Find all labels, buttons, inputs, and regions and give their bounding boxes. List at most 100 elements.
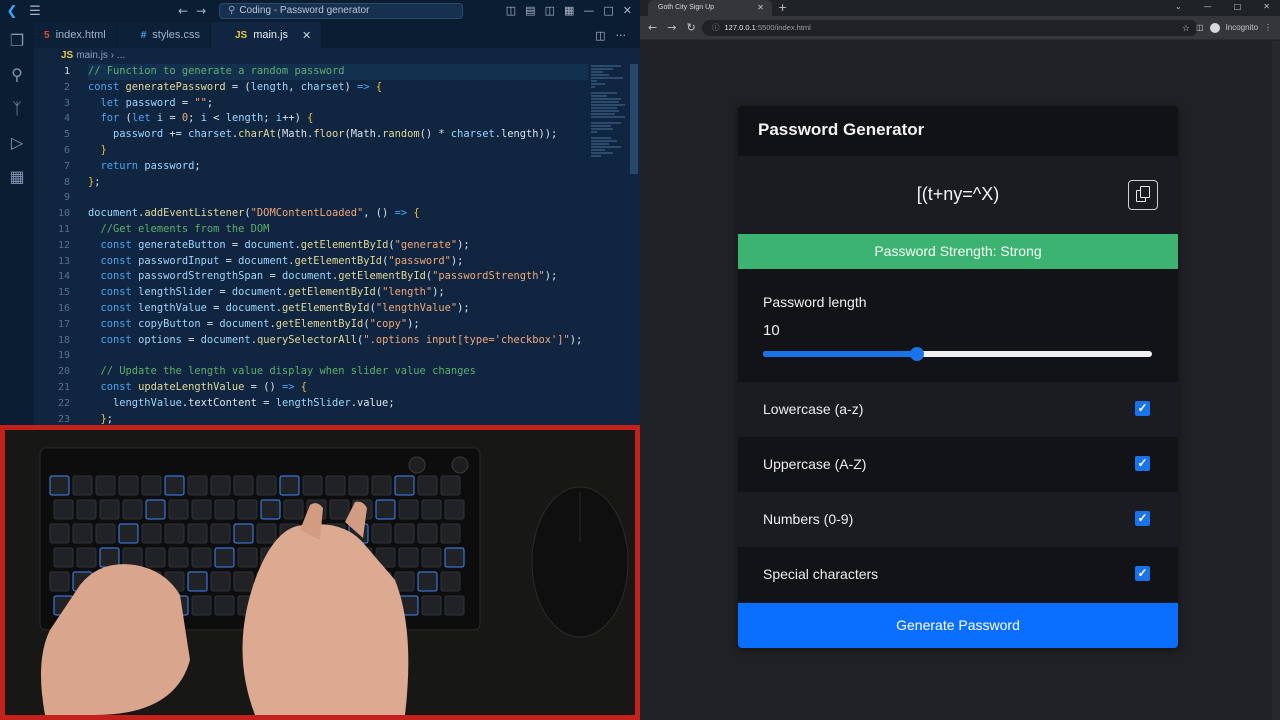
line-number: 22 bbox=[57, 397, 70, 409]
breadcrumb-more[interactable]: ... bbox=[117, 50, 125, 61]
code-line: password += charset.charAt(Math.floor(Ma… bbox=[113, 128, 558, 141]
lowercase-checkbox[interactable]: ✓ bbox=[1135, 401, 1150, 416]
maximize-icon[interactable]: □ bbox=[603, 2, 613, 20]
tab-search-icon[interactable]: ⌄ bbox=[1175, 0, 1182, 14]
minimap-line bbox=[591, 74, 609, 76]
password-output[interactable]: [(t+ny=^X) bbox=[738, 184, 1178, 205]
close-tab-icon[interactable]: ✕ bbox=[302, 29, 311, 42]
minimap-line bbox=[591, 110, 619, 112]
minimap-line bbox=[591, 107, 617, 109]
minimap-line bbox=[591, 83, 605, 85]
line-number: 14 bbox=[57, 271, 70, 283]
generate-button[interactable]: Generate Password bbox=[738, 603, 1178, 648]
keyboard-key bbox=[95, 523, 116, 544]
toggle-sidebar-icon[interactable]: ◫ bbox=[506, 2, 516, 20]
keyboard-key bbox=[417, 571, 438, 592]
keyboard-key bbox=[187, 523, 208, 544]
special-checkbox[interactable]: ✓ bbox=[1135, 566, 1150, 581]
editor-tabs: 5 index.html # styles.css JS main.js ✕ ◫ ··· bbox=[34, 22, 640, 48]
keyboard-key bbox=[76, 499, 97, 520]
bookmark-star-icon[interactable]: ☆ bbox=[1182, 20, 1190, 36]
page-scrollbar[interactable] bbox=[1272, 41, 1280, 720]
code-editor[interactable]: // Function to generate a random passwor… bbox=[88, 64, 588, 426]
minimap[interactable] bbox=[591, 64, 627, 426]
forward-arrow-icon[interactable]: → bbox=[667, 20, 676, 36]
keyboard-key bbox=[444, 547, 465, 568]
keyboard-key bbox=[210, 571, 231, 592]
more-actions-icon[interactable]: ··· bbox=[616, 29, 627, 42]
forward-arrow-icon[interactable]: → bbox=[196, 4, 214, 18]
maximize-icon[interactable]: □ bbox=[1234, 0, 1242, 14]
close-icon[interactable]: ✕ bbox=[1263, 0, 1270, 14]
keyboard-key bbox=[164, 475, 185, 496]
keyboard-key bbox=[187, 571, 208, 592]
search-icon[interactable]: ⚲ bbox=[6, 64, 28, 86]
split-editor-icon[interactable]: ◫ bbox=[595, 29, 605, 42]
minimap-line bbox=[591, 131, 597, 133]
tab-styles-css[interactable]: # styles.css bbox=[116, 22, 211, 48]
menu-icon[interactable]: ☰ bbox=[24, 0, 46, 22]
layout-icon[interactable]: ▦ bbox=[564, 2, 574, 20]
source-control-icon[interactable]: ᛉ bbox=[6, 98, 28, 120]
line-number: 12 bbox=[57, 239, 70, 251]
minimize-icon[interactable]: — bbox=[1204, 0, 1212, 14]
incognito-icon bbox=[1209, 23, 1220, 33]
js-file-icon: JS bbox=[234, 29, 248, 41]
code-line: let password = ""; bbox=[100, 96, 214, 109]
keyboard-key bbox=[164, 523, 185, 544]
length-value: 10 bbox=[763, 322, 780, 339]
side-panel-icon[interactable]: ◫ bbox=[1196, 20, 1204, 36]
keyboard-key bbox=[168, 547, 189, 568]
incognito-label[interactable]: Incognito bbox=[1226, 20, 1258, 36]
explorer-icon[interactable]: ❐ bbox=[6, 30, 28, 52]
toggle-secondary-icon[interactable]: ◫ bbox=[545, 2, 555, 20]
code-line: return password; bbox=[100, 159, 201, 172]
keyboard-key bbox=[440, 475, 461, 496]
browser-menu-icon[interactable]: ⋮ bbox=[1264, 20, 1272, 36]
keyboard-key bbox=[72, 523, 93, 544]
keyboard-key bbox=[141, 523, 162, 544]
length-slider[interactable] bbox=[763, 347, 1152, 361]
line-number: 9 bbox=[63, 192, 70, 204]
uppercase-checkbox[interactable]: ✓ bbox=[1135, 456, 1150, 471]
tab-index-html[interactable]: 5 index.html bbox=[34, 22, 117, 48]
new-tab-icon[interactable]: + bbox=[778, 0, 787, 16]
minimize-icon[interactable]: — bbox=[583, 2, 594, 20]
tab-main-js[interactable]: JS main.js ✕ bbox=[210, 22, 323, 48]
line-number: 10 bbox=[57, 208, 70, 220]
browser-window-controls: ⌄ — □ ✕ bbox=[1175, 0, 1270, 14]
password-generator-card: Password Generator [(t+ny=^X) Password S… bbox=[738, 106, 1178, 648]
command-center-search[interactable]: ⚲ Coding - Password generator bbox=[219, 3, 463, 19]
card-header: Password Generator bbox=[738, 106, 1178, 156]
keyboard-key bbox=[99, 499, 120, 520]
toggle-panel-icon[interactable]: ▤ bbox=[525, 2, 535, 20]
minimap-line bbox=[591, 68, 613, 70]
address-bar[interactable]: ⓘ 127.0.0.1:5500/index.html ☆ bbox=[702, 20, 1198, 36]
keyboard-key bbox=[187, 475, 208, 496]
site-info-icon[interactable]: ⓘ bbox=[712, 23, 720, 32]
back-arrow-icon[interactable]: ← bbox=[648, 20, 657, 36]
keyboard-key bbox=[145, 547, 166, 568]
close-tab-icon[interactable]: ✕ bbox=[757, 0, 764, 16]
keyboard-key bbox=[233, 523, 254, 544]
browser-nav: ← → ↻ bbox=[648, 20, 696, 36]
keyboard-key bbox=[118, 523, 139, 544]
editor-scrollbar[interactable] bbox=[630, 64, 638, 174]
browser-tab[interactable]: Goth City Sign Up ✕ bbox=[648, 0, 772, 16]
close-icon[interactable]: ✕ bbox=[623, 2, 632, 20]
extensions-icon[interactable]: ▦ bbox=[6, 166, 28, 188]
copy-icon-front bbox=[1140, 186, 1150, 198]
breadcrumb-file[interactable]: main.js bbox=[76, 50, 108, 61]
run-debug-icon[interactable]: ▷ bbox=[6, 132, 28, 154]
slider-thumb[interactable] bbox=[910, 347, 925, 361]
vscode-logo-icon: ❮ bbox=[6, 3, 18, 19]
numbers-checkbox[interactable]: ✓ bbox=[1135, 511, 1150, 526]
code-line: //Get elements from the DOM bbox=[100, 222, 270, 235]
copy-button[interactable] bbox=[1128, 180, 1158, 210]
reload-icon[interactable]: ↻ bbox=[686, 20, 695, 36]
keyboard-key bbox=[141, 475, 162, 496]
keyboard-key bbox=[118, 475, 139, 496]
back-arrow-icon[interactable]: ← bbox=[178, 4, 196, 18]
line-number: 15 bbox=[57, 287, 70, 299]
